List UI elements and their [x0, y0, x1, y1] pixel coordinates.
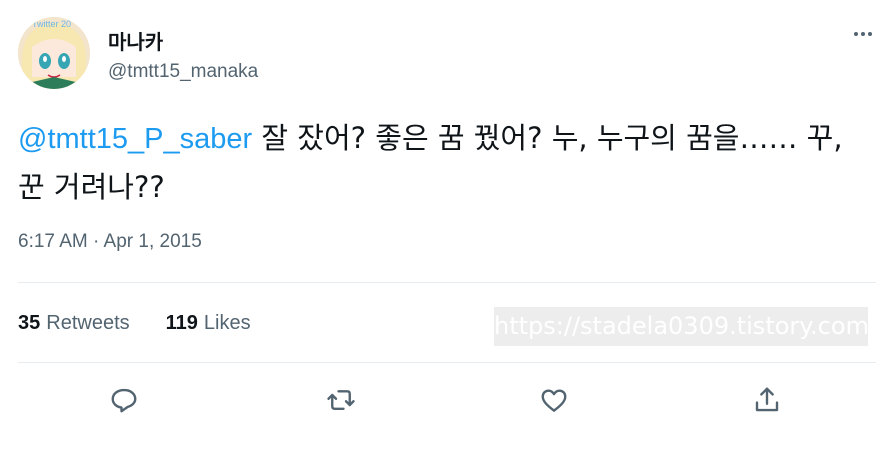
likes-label: Likes	[203, 312, 251, 334]
divider	[18, 282, 876, 283]
share-button[interactable]	[747, 380, 787, 420]
share-icon	[755, 387, 779, 412]
retweets-count: 35	[18, 312, 41, 334]
tweet-text: @tmtt15_P_saber 잘 잤어? 좋은 꿈 꿨어? 누, 누구의 꿈을…	[18, 114, 858, 211]
more-dot-icon	[854, 32, 858, 36]
engagement-stats: 35 Retweets 119 Likes	[18, 312, 251, 335]
likes-count: 119	[165, 312, 198, 334]
more-dot-icon	[861, 32, 865, 36]
watermark: https://stadela0309.tistory.com	[494, 307, 868, 346]
divider	[18, 362, 876, 363]
avatar[interactable]: Twitter 20	[18, 17, 90, 89]
display-name[interactable]: 마나카	[108, 26, 163, 55]
mention-link[interactable]: @tmtt15_P_saber	[18, 123, 252, 155]
more-options-button[interactable]	[848, 24, 878, 44]
reply-button[interactable]	[104, 380, 144, 420]
avatar-image: Twitter 20	[18, 17, 90, 89]
reply-icon	[111, 388, 137, 413]
like-button[interactable]	[534, 380, 574, 420]
svg-text:Twitter 20: Twitter 20	[32, 19, 71, 29]
action-bar	[0, 380, 894, 420]
tweet-timestamp[interactable]: 6:17 AM · Apr 1, 2015	[18, 231, 202, 253]
retweet-button[interactable]	[321, 380, 361, 420]
more-dot-icon	[868, 32, 872, 36]
retweet-icon	[327, 390, 355, 410]
retweets-label: Retweets	[46, 312, 130, 334]
like-icon	[541, 389, 567, 412]
likes-stat[interactable]: 119 Likes	[166, 312, 251, 335]
retweets-stat[interactable]: 35 Retweets	[18, 312, 130, 335]
user-handle[interactable]: @tmtt15_manaka	[108, 61, 258, 83]
